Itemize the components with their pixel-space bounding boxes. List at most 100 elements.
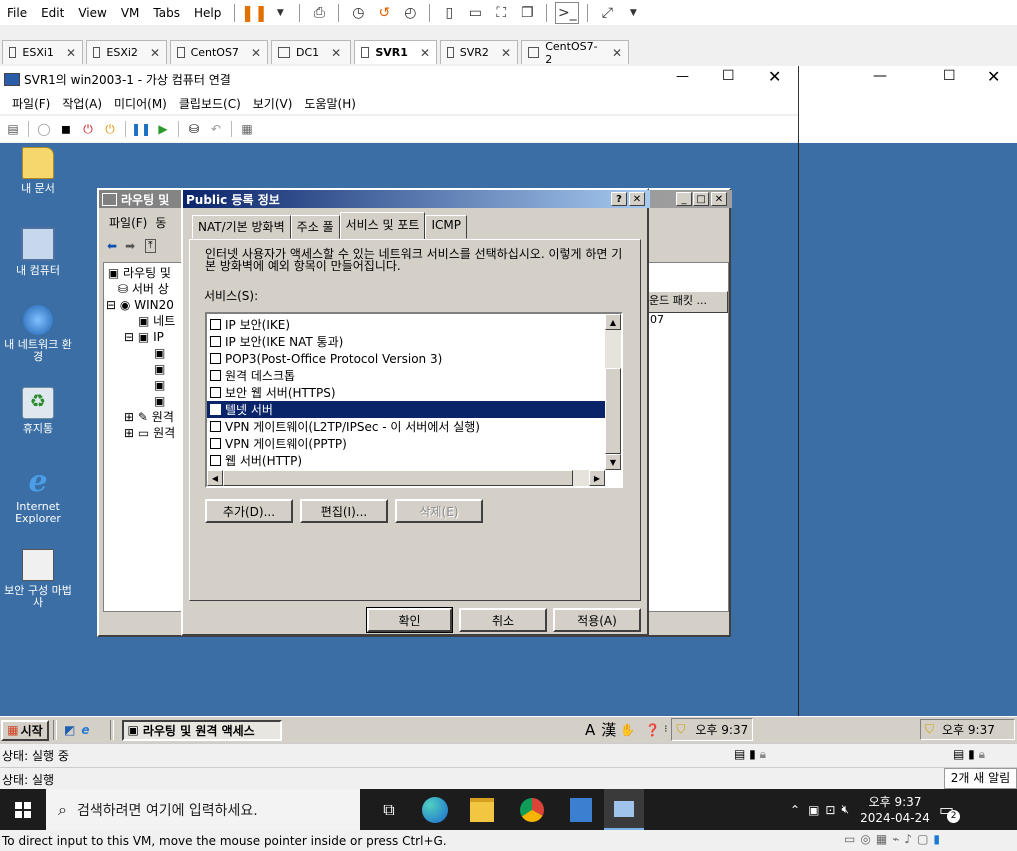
minimize-icon[interactable]: —: [676, 69, 689, 84]
services-hscrollbar[interactable]: ◀ ▶: [207, 470, 605, 486]
desktop-icon-my-documents[interactable]: 내 문서: [0, 147, 76, 195]
resume-icon[interactable]: ▶: [154, 120, 172, 138]
cancel-button[interactable]: 취소: [459, 608, 547, 632]
message-icon[interactable]: ▮: [933, 832, 945, 846]
close-icon[interactable]: ✕: [987, 67, 1000, 86]
start-button[interactable]: ▦ 시작: [1, 719, 49, 741]
ime-hanja[interactable]: 漢: [601, 719, 616, 740]
unity-icon[interactable]: ❐: [516, 3, 538, 23]
snapshot-manager-icon[interactable]: ◴: [399, 3, 421, 23]
list-item-selected[interactable]: 텔넷 서버: [207, 401, 605, 418]
enhanced-session-icon[interactable]: ▦: [238, 120, 256, 138]
start-icon[interactable]: ◯: [35, 120, 53, 138]
scroll-thumb[interactable]: [605, 368, 621, 454]
minimize-icon[interactable]: —: [873, 68, 887, 84]
task-view-icon[interactable]: ⧉: [374, 800, 404, 820]
tab-centos7-2[interactable]: CentOS7-2 ✕: [521, 40, 629, 66]
list-item[interactable]: IP 보안(IKE): [207, 316, 605, 333]
chevron-down-icon[interactable]: ▼: [622, 3, 644, 23]
ime-mode-a[interactable]: A: [585, 721, 595, 739]
file-explorer-icon[interactable]: [470, 797, 494, 822]
menu-vm[interactable]: VM: [114, 6, 147, 20]
desktop-icon-internet-explorer[interactable]: e Internet Explorer: [0, 467, 76, 525]
tab-services-ports[interactable]: 서비스 및 포트: [339, 212, 426, 240]
sound-icon[interactable]: ♪: [904, 832, 917, 846]
maximize-icon[interactable]: ☐: [943, 68, 956, 84]
pause-icon[interactable]: ❚❚: [131, 120, 151, 138]
forward-icon[interactable]: ➡: [125, 239, 135, 253]
tree-item[interactable]: ⛁ 서버 상: [104, 281, 184, 297]
tree-item[interactable]: ▣ 네트: [104, 313, 184, 329]
tab-icmp[interactable]: ICMP: [425, 215, 467, 239]
maximize-icon[interactable]: □: [693, 192, 709, 206]
menu-file[interactable]: File: [0, 6, 34, 20]
menu-file[interactable]: 파일(F): [12, 95, 50, 112]
shutdown-icon[interactable]: ⏻: [79, 120, 97, 138]
device-icon[interactable]: ▣: [808, 803, 819, 817]
expand-icon[interactable]: ⊟: [124, 330, 134, 344]
power-icon[interactable]: ⏻: [101, 120, 119, 138]
tab-svr2[interactable]: SVR2 ✕: [440, 40, 518, 64]
tab-address-pool[interactable]: 주소 풀: [290, 215, 340, 239]
column-header[interactable]: 운드 패킷 ...: [648, 291, 728, 313]
list-item[interactable]: POP3(Post-Office Protocol Version 3): [207, 350, 605, 367]
checkbox[interactable]: [210, 336, 221, 347]
close-icon[interactable]: ✕: [66, 46, 76, 60]
tree-item[interactable]: ⊟ ◉ WIN20: [104, 297, 184, 313]
minimize-icon[interactable]: _: [676, 192, 692, 206]
revert-icon[interactable]: ↶: [207, 120, 225, 138]
close-icon[interactable]: ✕: [251, 46, 261, 60]
checkbox[interactable]: [210, 370, 221, 381]
menu-view[interactable]: View: [71, 6, 113, 20]
menu-edit[interactable]: Edit: [34, 6, 71, 20]
menu-view[interactable]: 보기(V): [253, 95, 293, 112]
delete-button[interactable]: 삭제(E): [395, 499, 483, 523]
cd-icon[interactable]: ◎: [860, 832, 875, 846]
expand-icon[interactable]: ⊟: [106, 298, 116, 312]
menu-action[interactable]: 작업(A): [62, 95, 102, 112]
clock[interactable]: 오후 9:37 2024-04-24: [859, 794, 931, 826]
search-box[interactable]: ⌕ 검색하려면 여기에 입력하세요.: [46, 789, 360, 830]
turn-off-icon[interactable]: ◼: [57, 120, 75, 138]
desktop-icon-recycle-bin[interactable]: ♻ 휴지통: [0, 387, 76, 435]
ime-options-icon[interactable]: ⁝: [664, 724, 667, 735]
close-icon[interactable]: ✕: [711, 192, 727, 206]
scroll-down-icon[interactable]: ▼: [605, 454, 621, 470]
ime-pad-icon[interactable]: ✋: [620, 723, 635, 737]
ctrl-alt-del-icon[interactable]: ▤: [4, 120, 22, 138]
scroll-thumb[interactable]: [223, 470, 573, 486]
checkbox[interactable]: [210, 319, 221, 330]
checkpoint-icon[interactable]: ⛁: [185, 120, 203, 138]
thumbnail-icon[interactable]: ▭: [464, 3, 486, 23]
scroll-up-icon[interactable]: ▲: [605, 314, 621, 330]
chevron-up-icon[interactable]: ⌃: [790, 803, 800, 817]
tab-esxi1[interactable]: ESXi1 ✕: [2, 40, 83, 64]
notification-center-icon[interactable]: ▭ 2: [939, 800, 961, 823]
edge-icon[interactable]: [422, 796, 448, 823]
snapshot-icon[interactable]: ◷: [347, 3, 369, 23]
checkbox[interactable]: [210, 421, 221, 432]
tab-nat-firewall[interactable]: NAT/기본 방화벽: [192, 215, 291, 239]
revert-snapshot-icon[interactable]: ↺: [373, 3, 395, 23]
volume-muted-icon[interactable]: 🔇︎: [841, 802, 849, 817]
close-icon[interactable]: ✕: [331, 46, 341, 60]
help-icon[interactable]: ?: [611, 192, 627, 206]
list-item[interactable]: VPN 게이트웨이(L2TP/IPSec - 이 서버에서 실행): [207, 418, 605, 435]
maximize-icon[interactable]: ☐: [722, 68, 735, 84]
tree-item[interactable]: ▣ 라우팅 및: [104, 265, 184, 281]
apply-button[interactable]: 적용(A): [553, 608, 641, 632]
scroll-right-icon[interactable]: ▶: [589, 470, 605, 486]
security-shield-icon[interactable]: ⛉: [676, 722, 685, 737]
usb-icon[interactable]: ⌁: [892, 832, 904, 846]
clock[interactable]: 오후 9:37: [695, 721, 748, 738]
fullscreen-icon[interactable]: ⛶: [490, 3, 512, 23]
clock[interactable]: 오후 9:37: [942, 721, 995, 738]
notification-popup[interactable]: 2개 새 알림: [944, 768, 1017, 789]
menu-help[interactable]: Help: [187, 6, 228, 20]
menu-help[interactable]: 도움말(H): [304, 95, 356, 112]
tab-centos7[interactable]: CentOS7 ✕: [170, 40, 268, 64]
close-icon[interactable]: ✕: [150, 46, 160, 60]
taskbar-button-rras[interactable]: ▣ 라우팅 및 원격 액세스: [122, 719, 283, 741]
tree-item[interactable]: ⊞ ▭ 원격: [104, 425, 184, 441]
security-shield-icon[interactable]: ⛉: [925, 722, 934, 737]
